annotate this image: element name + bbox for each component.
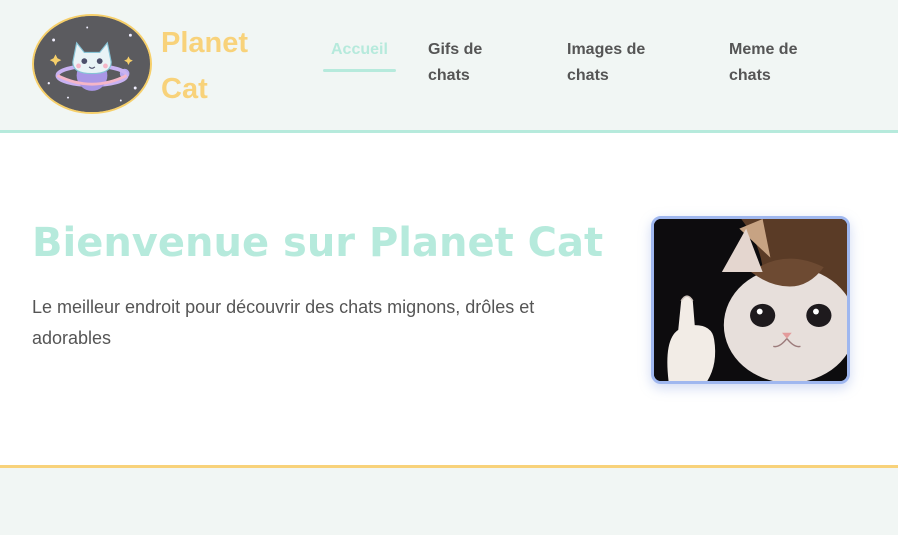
planet-cat-logo-icon[interactable] [32,14,152,114]
logo-graphic [34,16,150,112]
nav-item-label-2: chats [729,67,771,84]
site-brand[interactable]: Planet Cat [161,20,271,112]
nav-item-accueil[interactable]: Accueil [331,37,388,63]
nav-item-meme-de-chats[interactable]: Meme de chats [729,37,797,89]
nav-active-underline [323,69,396,72]
nav-item-label-2: chats [567,67,609,84]
hero-subtitle: Le meilleur endroit pour découvrir des c… [32,297,535,348]
brand-line-2: Cat [161,73,208,105]
nav-item-images-de-chats[interactable]: Images de chats [567,37,645,89]
nav-item-label-2: chats [428,67,470,84]
nav-item-label: Images de [567,41,646,58]
nav-item-label: Accueil [331,41,388,58]
site-footer [0,465,898,535]
nav-item-label: Gifs de [428,41,483,58]
crying-cat-thumbs-up-image [651,216,850,384]
cat-illustration [654,219,847,381]
site-header: Planet Cat Accueil Gifs de chats Images … [0,0,898,133]
hero-title: Bienvenue sur Planet Cat [32,220,604,266]
brand-line-1: Planet [161,27,249,59]
nav-item-gifs-de-chats[interactable]: Gifs de chats [428,37,482,89]
nav-item-label: Meme de [729,41,798,58]
